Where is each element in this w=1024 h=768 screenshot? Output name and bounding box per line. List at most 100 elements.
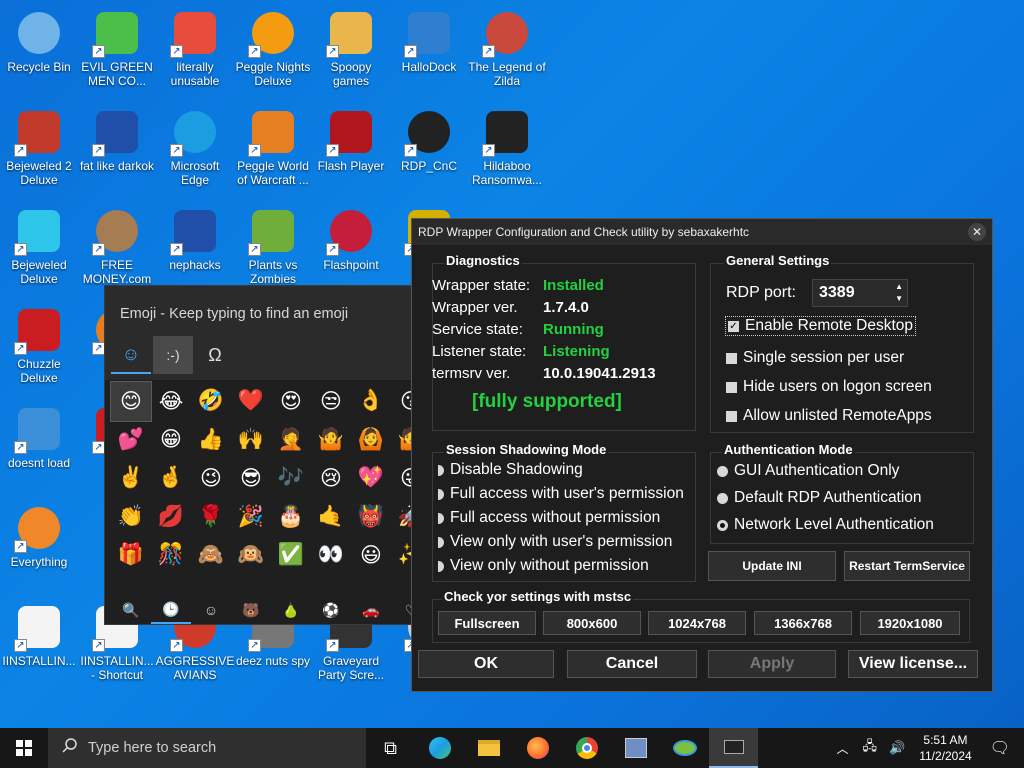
cancel-button[interactable]: Cancel [567, 650, 697, 678]
rdp-config-taskbar-icon[interactable] [709, 728, 758, 768]
emoji-item[interactable]: 😃 [351, 536, 391, 575]
emoji-item[interactable]: 😎 [231, 459, 271, 498]
emoji-item[interactable]: ✌️ [111, 459, 151, 498]
volume-icon[interactable]: 🔊 [889, 740, 905, 756]
emoji-item[interactable]: 💕 [111, 421, 151, 460]
emoji-item[interactable]: 🙆 [351, 421, 391, 460]
emoji-item[interactable]: 🤣 [191, 382, 231, 421]
desktop-icon[interactable]: ↗ Everything [0, 499, 78, 595]
desktop-icon[interactable]: ↗ The Legend of Zilda [468, 4, 546, 100]
emoji-item[interactable]: ❤️ [231, 382, 271, 421]
shadowing-option-radio[interactable]: View only without permission [438, 557, 649, 575]
desktop-icon[interactable]: ↗ nephacks [156, 202, 234, 298]
desktop-icon[interactable]: ↗ fat like darkok [78, 103, 156, 199]
port-spinner-icon[interactable]: ▲ ▼ [895, 281, 903, 305]
view-license-button[interactable]: View license... [848, 650, 978, 678]
start-button[interactable] [0, 728, 48, 768]
desktop-icon[interactable]: ↗ literally unusable [156, 4, 234, 100]
close-button[interactable]: ✕ [968, 223, 986, 241]
task-view-icon[interactable]: ⧉ [366, 728, 415, 768]
desktop-icon[interactable]: ↗ HalloDock [390, 4, 468, 100]
general-option-checkbox[interactable]: Allow unlisted RemoteApps [726, 407, 932, 425]
emoji-item[interactable]: 😊 [110, 381, 152, 422]
desktop-icon[interactable]: ↗ FREE MONEY.com [78, 202, 156, 298]
chrome-icon[interactable] [562, 728, 611, 768]
desktop-icon[interactable]: ↗ Bejeweled Deluxe [0, 202, 78, 298]
emoji-item[interactable]: 🎁 [111, 536, 151, 575]
desktop-icon[interactable]: ↗ Plants vs Zombies [234, 202, 312, 298]
network-app-icon[interactable] [660, 728, 709, 768]
desktop-icon[interactable]: ↗ Flashpoint [312, 202, 390, 298]
emoji-item[interactable]: 💋 [151, 498, 191, 537]
emoji-item[interactable]: 🤙 [311, 498, 351, 537]
emoji-item[interactable]: ✅ [271, 536, 311, 575]
emoji-item[interactable]: 😁 [151, 421, 191, 460]
emoji-item[interactable]: 🙉 [231, 536, 271, 575]
emoji-item[interactable]: 🎶 [271, 459, 311, 498]
firefox-icon[interactable] [513, 728, 562, 768]
auth-option-radio[interactable]: Network Level Authentication [717, 516, 934, 534]
restart-termservice-button[interactable]: Restart TermService [844, 551, 970, 581]
desktop-icon[interactable]: Recycle Bin [0, 4, 78, 100]
emoji-item[interactable]: 🌹 [191, 498, 231, 537]
clock[interactable]: 5:51 AM 11/2/2024 [919, 732, 972, 764]
tab-emoji[interactable]: ☺ [111, 336, 151, 374]
emoji-item[interactable]: 👌 [351, 382, 391, 421]
desktop-icon[interactable]: ↗ Peggle World of Warcraft ... [234, 103, 312, 199]
emoji-item[interactable]: 🎊 [151, 536, 191, 575]
mstsc-resolution-button[interactable]: 1024x768 [648, 611, 746, 635]
emoji-item[interactable]: 👹 [351, 498, 391, 537]
notification-icon[interactable]: 🗨 [990, 738, 1010, 758]
desktop-icon[interactable]: ↗ RDP_CnC [390, 103, 468, 199]
emoji-item[interactable]: 💖 [351, 459, 391, 498]
mstsc-resolution-button[interactable]: 800x600 [543, 611, 641, 635]
ok-button[interactable]: OK [418, 650, 554, 678]
emoji-item[interactable]: 🎉 [231, 498, 271, 537]
desktop-icon[interactable]: ↗ Flash Player [312, 103, 390, 199]
auth-option-radio[interactable]: Default RDP Authentication [717, 489, 922, 507]
desktop-icon[interactable]: ↗ Microsoft Edge [156, 103, 234, 199]
emoji-item[interactable]: 😉 [191, 459, 231, 498]
desktop-icon[interactable]: ↗ EVIL GREEN MEN CO... [78, 4, 156, 100]
emoji-item[interactable]: 😢 [311, 459, 351, 498]
recent-icon[interactable]: 🕒 [151, 596, 191, 624]
mstsc-resolution-button[interactable]: Fullscreen [438, 611, 536, 635]
emoji-item[interactable]: 🤷 [311, 421, 351, 460]
search-icon[interactable]: 🔍 [111, 596, 151, 624]
emoji-item[interactable]: 👍 [191, 421, 231, 460]
app-shortcut-icon[interactable] [611, 728, 660, 768]
rdp-port-input[interactable]: 3389 ▲ ▼ [812, 279, 908, 307]
emoji-item[interactable]: 😍 [271, 382, 311, 421]
shadowing-option-radio[interactable]: Full access with user's permission [438, 485, 684, 503]
emoji-item[interactable]: 🤞 [151, 459, 191, 498]
auth-option-radio[interactable]: GUI Authentication Only [717, 462, 899, 480]
smiley-icon[interactable]: ☺ [191, 596, 231, 624]
file-explorer-icon[interactable] [464, 728, 513, 768]
desktop-icon[interactable]: ↗ Peggle Nights Deluxe [234, 4, 312, 100]
network-icon[interactable]: 🖧 [863, 737, 878, 759]
people-icon[interactable]: 🐻 [231, 596, 271, 624]
desktop-icon[interactable]: ↗ Bejeweled 2 Deluxe [0, 103, 78, 199]
chevron-up-icon[interactable]: ︿ [836, 740, 848, 757]
general-option-checkbox[interactable]: Single session per user [726, 349, 904, 367]
emoji-item[interactable]: 🙈 [191, 536, 231, 575]
apply-button[interactable]: Apply [708, 650, 836, 678]
shadowing-option-radio[interactable]: Disable Shadowing [438, 461, 583, 479]
activity-icon[interactable]: ⚽ [311, 596, 351, 624]
emoji-item[interactable]: 🙌 [231, 421, 271, 460]
emoji-item[interactable]: 🎂 [271, 498, 311, 537]
desktop-icon[interactable]: ↗ Spoopy games [312, 4, 390, 100]
desktop-icon[interactable]: ↗ doesnt load [0, 400, 78, 496]
emoji-item[interactable]: 👏 [111, 498, 151, 537]
travel-icon[interactable]: 🚗 [351, 596, 391, 624]
mstsc-resolution-button[interactable]: 1920x1080 [860, 611, 960, 635]
shadowing-option-radio[interactable]: Full access without permission [438, 509, 660, 527]
food-icon[interactable]: 🍐 [271, 596, 311, 624]
update-ini-button[interactable]: Update INI [708, 551, 836, 581]
tab-symbols[interactable]: Ω [195, 336, 235, 374]
emoji-item[interactable]: 👀 [311, 536, 351, 575]
desktop-icon[interactable]: ↗ IINSTALLIN... [0, 598, 78, 694]
desktop-icon[interactable]: ↗ Chuzzle Deluxe [0, 301, 78, 397]
edge-icon[interactable] [415, 728, 464, 768]
tab-kaomoji[interactable]: :-) [153, 336, 193, 374]
